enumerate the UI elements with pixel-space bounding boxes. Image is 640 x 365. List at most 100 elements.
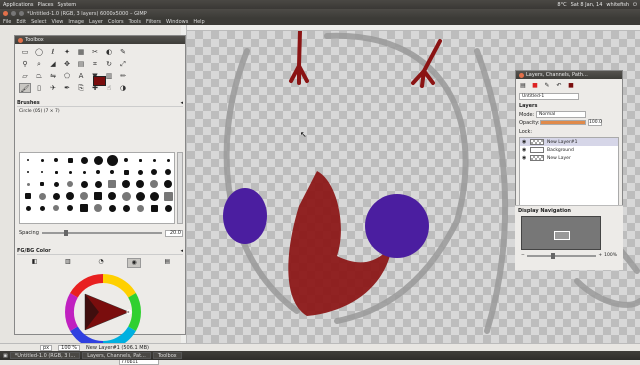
menu-view[interactable]: View [52,19,64,25]
brush-preset[interactable] [35,202,49,214]
gimp-selector-tab[interactable]: ◧ [28,258,42,268]
undo-tab-icon[interactable]: ↶ [554,81,564,90]
color-select-icon[interactable]: ▦ [75,47,87,57]
measure-icon[interactable]: ◢ [47,59,59,69]
spacing-value[interactable]: 20.0 [165,229,183,237]
clock[interactable]: Sat 8 Jan, 14 [571,2,603,8]
user-menu[interactable]: whitefish [606,2,629,8]
brush-preset[interactable] [77,166,91,178]
brush-preset[interactable] [147,190,161,202]
color-picker-icon[interactable]: ⚲ [19,59,31,69]
maximize-window-button[interactable] [19,11,24,16]
brush-preset[interactable] [49,154,63,166]
zoom-icon[interactable]: ⌕ [33,59,45,69]
brush-preset[interactable] [161,166,175,178]
brush-preset[interactable] [35,154,49,166]
brush-preset[interactable] [119,190,133,202]
brush-preset[interactable] [49,166,63,178]
brush-preset[interactable] [21,178,35,190]
brush-preset[interactable] [35,190,49,202]
close-window-button[interactable] [3,11,8,16]
menu-file[interactable]: File [3,19,11,25]
brush-preset[interactable] [147,202,161,214]
brush-preset[interactable] [119,166,133,178]
brush-preset[interactable] [63,178,77,190]
menu-edit[interactable]: Edit [16,19,26,25]
airbrush-icon[interactable]: ✈ [47,83,59,93]
menu-image[interactable]: Image [68,19,84,25]
brush-preset[interactable] [77,202,91,214]
layer-row[interactable]: ◉ Background [520,146,618,154]
layer-row[interactable]: ◉ New Layer#1 [520,138,618,146]
brush-preset[interactable] [63,166,77,178]
zoom-select[interactable]: 100 % [58,344,81,351]
minimize-window-button[interactable] [11,11,16,16]
show-desktop-icon[interactable]: ▣ [3,353,8,359]
color-menu-icon[interactable]: ◂ [180,248,183,254]
task-layers-dock[interactable]: Layers, Channels, Pat... [82,352,151,359]
mode-select[interactable]: Normal [536,111,586,118]
rect-select-icon[interactable]: ▭ [19,47,31,57]
shear-icon[interactable]: ▱ [19,71,31,81]
ellipse-select-icon[interactable]: ◯ [33,47,45,57]
brush-preset[interactable] [147,178,161,190]
crop-icon[interactable]: ⌗ [89,59,101,69]
brush-preset[interactable] [21,154,35,166]
layers-tab-icon[interactable]: ▤ [518,81,528,90]
flip-icon[interactable]: ⇋ [47,71,59,81]
weather-indicator[interactable]: 8°C [557,2,566,8]
unit-select[interactable]: px [40,344,53,351]
brush-preset[interactable] [21,166,35,178]
channels-tab-icon[interactable]: ■ [530,81,540,90]
brush-preset[interactable] [147,166,161,178]
paths-tab-icon[interactable]: ✎ [542,81,552,90]
color-wheel[interactable] [63,272,143,352]
brushes-menu-icon[interactable]: ◂ [180,100,183,106]
align-icon[interactable]: ▤ [75,59,87,69]
colormap-tab-icon[interactable]: ■ [566,81,576,90]
brush-preset[interactable] [21,202,35,214]
visibility-eye-icon[interactable]: ◉ [522,155,527,161]
image-selector[interactable]: Untitled-1 [519,93,579,100]
brush-preset[interactable] [133,154,147,166]
foreground-select-icon[interactable]: ◐ [103,47,115,57]
menu-filters[interactable]: Filters [146,19,161,25]
brush-preset[interactable] [49,202,63,214]
nav-zoom-knob[interactable] [551,252,556,259]
brush-preset[interactable] [133,178,147,190]
brush-preset[interactable] [91,178,105,190]
brush-preset[interactable] [21,190,35,202]
brush-preset[interactable] [105,166,119,178]
brush-preset[interactable] [105,202,119,214]
brush-preset[interactable] [91,190,105,202]
pencil-icon[interactable]: ✏ [117,71,129,81]
brush-preset[interactable] [161,202,175,214]
nav-zoom-slider[interactable] [526,252,597,259]
brush-preset[interactable] [77,154,91,166]
move-icon[interactable]: ✥ [61,59,73,69]
menu-help[interactable]: Help [193,19,204,25]
clone-icon[interactable]: ⎘ [75,83,87,93]
menu-layer[interactable]: Layer [89,19,103,25]
paintbrush-icon[interactable]: 🖌 [19,83,31,93]
brush-preset[interactable] [161,154,175,166]
brush-preset[interactable] [77,190,91,202]
rotate-icon[interactable]: ↻ [103,59,115,69]
layers-dock-close-button[interactable] [519,72,524,78]
brush-preset[interactable] [133,190,147,202]
brush-preset[interactable] [119,154,133,166]
brush-preset[interactable] [35,166,49,178]
spacing-slider[interactable] [41,230,162,236]
brush-preset[interactable] [119,202,133,214]
brush-preset[interactable] [161,178,175,190]
brush-preset[interactable] [105,154,119,166]
eraser-icon[interactable]: ▯ [33,83,45,93]
brush-preset[interactable] [49,178,63,190]
brush-preset[interactable] [105,178,119,190]
menu-tools[interactable]: Tools [129,19,141,25]
menu-windows[interactable]: Windows [166,19,188,25]
cmyk-selector-tab[interactable]: ▥ [61,258,75,268]
brush-preset[interactable] [63,190,77,202]
brush-grid[interactable] [19,152,175,224]
text-icon[interactable]: A [75,71,87,81]
